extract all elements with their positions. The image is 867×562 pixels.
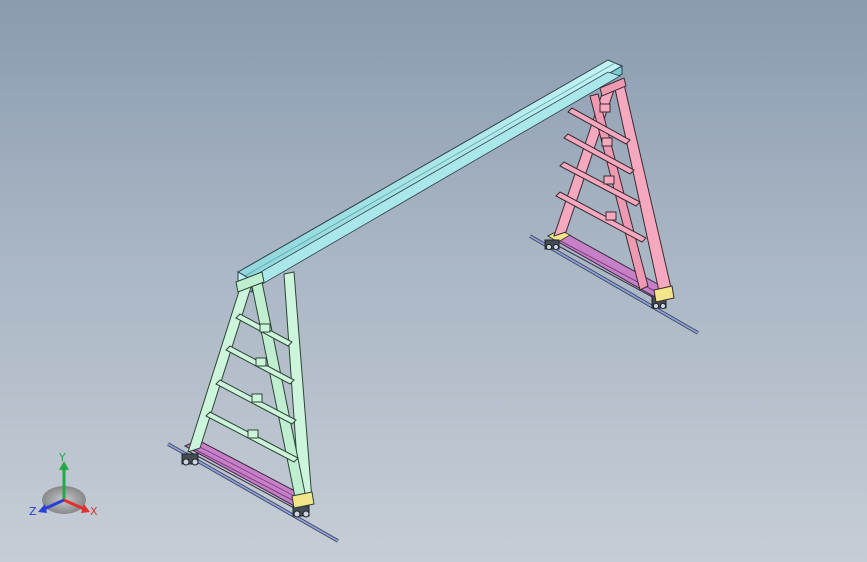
y-axis-label: Y [58,451,66,464]
cad-3d-viewport[interactable]: Y X Z [0,0,867,562]
z-axis-label: Z [29,505,37,518]
gantry-crane-model[interactable]: Y X Z [0,0,867,562]
coordinate-triad[interactable]: Y X Z [29,451,98,518]
left-wheel-front [181,453,199,466]
right-wheel-front [544,239,560,251]
right-rail [529,234,699,335]
x-axis-label: X [90,505,98,518]
